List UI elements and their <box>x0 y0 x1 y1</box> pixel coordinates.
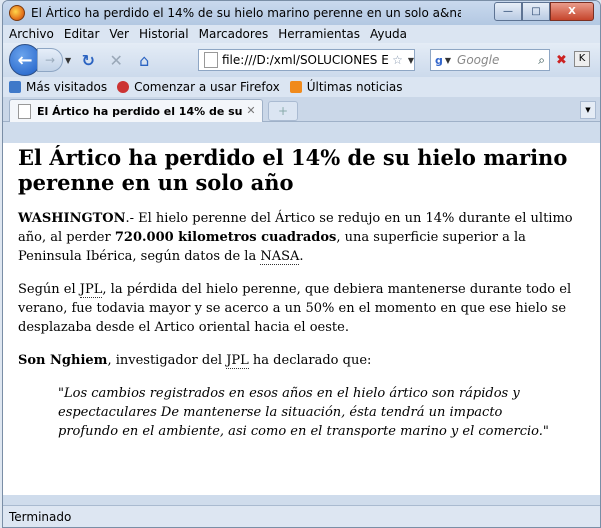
firefox-icon <box>9 5 25 21</box>
text: . <box>299 249 304 264</box>
tab-close-icon[interactable]: ✕ <box>244 104 258 118</box>
paragraph-1: WASHINGTON.- El hielo perenne del Ártico… <box>18 209 590 266</box>
minimize-button[interactable]: — <box>494 2 522 21</box>
window-title: El Ártico ha perdido el 14% de su hielo … <box>31 6 461 20</box>
new-tab-button[interactable]: + <box>268 101 298 121</box>
address-input[interactable]: file:///D:/xml/SOLUCIONES E <box>222 53 392 67</box>
bookmark-ultimas-noticias[interactable]: Últimas noticias <box>289 80 403 94</box>
bookmarks-toolbar: Más visitados Comenzar a usar Firefox Úl… <box>3 77 600 97</box>
engine-dropdown-icon[interactable]: ▼ <box>445 56 451 65</box>
google-engine-icon[interactable]: g <box>435 54 443 67</box>
firefox-bookmark-icon <box>117 81 130 93</box>
history-dropdown-icon[interactable]: ▼ <box>65 56 71 65</box>
page-icon <box>18 103 31 119</box>
page-content: El Ártico ha perdido el 14% de su hielo … <box>3 143 600 495</box>
page-icon <box>204 52 218 68</box>
addon-icon[interactable]: ✖ <box>556 53 567 68</box>
bookmark-label: Comenzar a usar Firefox <box>134 80 280 94</box>
menu-historial[interactable]: Historial <box>139 27 189 41</box>
bookmark-star-icon[interactable]: ☆ <box>392 53 403 67</box>
article-heading: El Ártico ha perdido el 14% de su hielo … <box>18 145 568 195</box>
status-bar: Terminado <box>3 505 600 527</box>
text: Según el <box>18 282 80 297</box>
most-visited-icon <box>9 81 21 93</box>
browser-window: El Ártico ha perdido el 14% de su hielo … <box>2 0 601 528</box>
tab-strip: El Ártico ha perdido el 14% de su hiel..… <box>3 97 600 122</box>
addon-k-icon[interactable]: K <box>574 51 590 67</box>
rss-icon <box>289 81 302 93</box>
text: , investigador del <box>107 353 227 368</box>
maximize-button[interactable]: □ <box>522 2 550 21</box>
bookmark-label: Más visitados <box>26 80 108 94</box>
search-box[interactable]: g ▼ Google ⌕ <box>430 49 550 71</box>
abbr-jpl[interactable]: JPL <box>226 353 249 369</box>
menu-archivo[interactable]: Archivo <box>9 27 54 41</box>
bookmark-mas-visitados[interactable]: Más visitados <box>9 80 107 94</box>
text: ha declarado que: <box>248 353 372 368</box>
quote: "Los cambios registrados en esos años en… <box>58 386 549 439</box>
tab-title: El Ártico ha perdido el 14% de su hiel..… <box>37 104 244 118</box>
close-button[interactable]: X <box>550 2 594 21</box>
menu-bar: Archivo Editar Ver Historial Marcadores … <box>3 25 600 43</box>
window-controls: — □ X <box>494 2 594 21</box>
stop-icon[interactable]: ✕ <box>105 49 127 71</box>
area-figure: 720.000 kilometros cuadrados <box>114 230 337 245</box>
bookmark-comenzar-firefox[interactable]: Comenzar a usar Firefox <box>117 80 280 94</box>
menu-marcadores[interactable]: Marcadores <box>199 27 269 41</box>
tab-active[interactable]: El Ártico ha perdido el 14% de su hiel..… <box>9 99 263 122</box>
status-text: Terminado <box>9 509 72 524</box>
url-dropdown-icon[interactable]: ▼ <box>408 56 414 65</box>
bookmark-label: Últimas noticias <box>306 80 403 94</box>
home-icon[interactable]: ⌂ <box>133 49 155 71</box>
abbr-nasa[interactable]: NASA <box>260 249 300 265</box>
search-icon[interactable]: ⌕ <box>538 53 545 68</box>
reload-icon[interactable]: ↻ <box>77 49 99 71</box>
city-label: WASHINGTON <box>18 211 126 226</box>
menu-ver[interactable]: Ver <box>109 27 129 41</box>
paragraph-3: Son Nghiem, investigador del JPL ha decl… <box>18 351 590 370</box>
arrow-right-icon: → <box>44 53 56 67</box>
menu-editar[interactable]: Editar <box>64 27 100 41</box>
arrow-left-icon: ← <box>17 49 33 71</box>
menu-ayuda[interactable]: Ayuda <box>370 27 407 41</box>
navigation-toolbar: ← → ▼ ↻ ✕ ⌂ file:///D:/xml/SOLUCIONES E … <box>3 43 600 77</box>
address-bar[interactable]: file:///D:/xml/SOLUCIONES E ☆ ▼ <box>198 49 415 71</box>
abbr-jpl[interactable]: JPL <box>79 282 103 298</box>
forward-button[interactable]: → <box>37 48 63 72</box>
menu-herramientas[interactable]: Herramientas <box>278 27 360 41</box>
title-bar: El Ártico ha perdido el 14% de su hielo … <box>3 1 600 25</box>
paragraph-2: Según el JPL, la pérdida del hielo peren… <box>18 280 590 337</box>
list-all-tabs-icon[interactable]: ▼ <box>580 101 596 119</box>
person-name: Son Nghiem <box>18 353 108 368</box>
search-input[interactable]: Google <box>457 53 538 67</box>
